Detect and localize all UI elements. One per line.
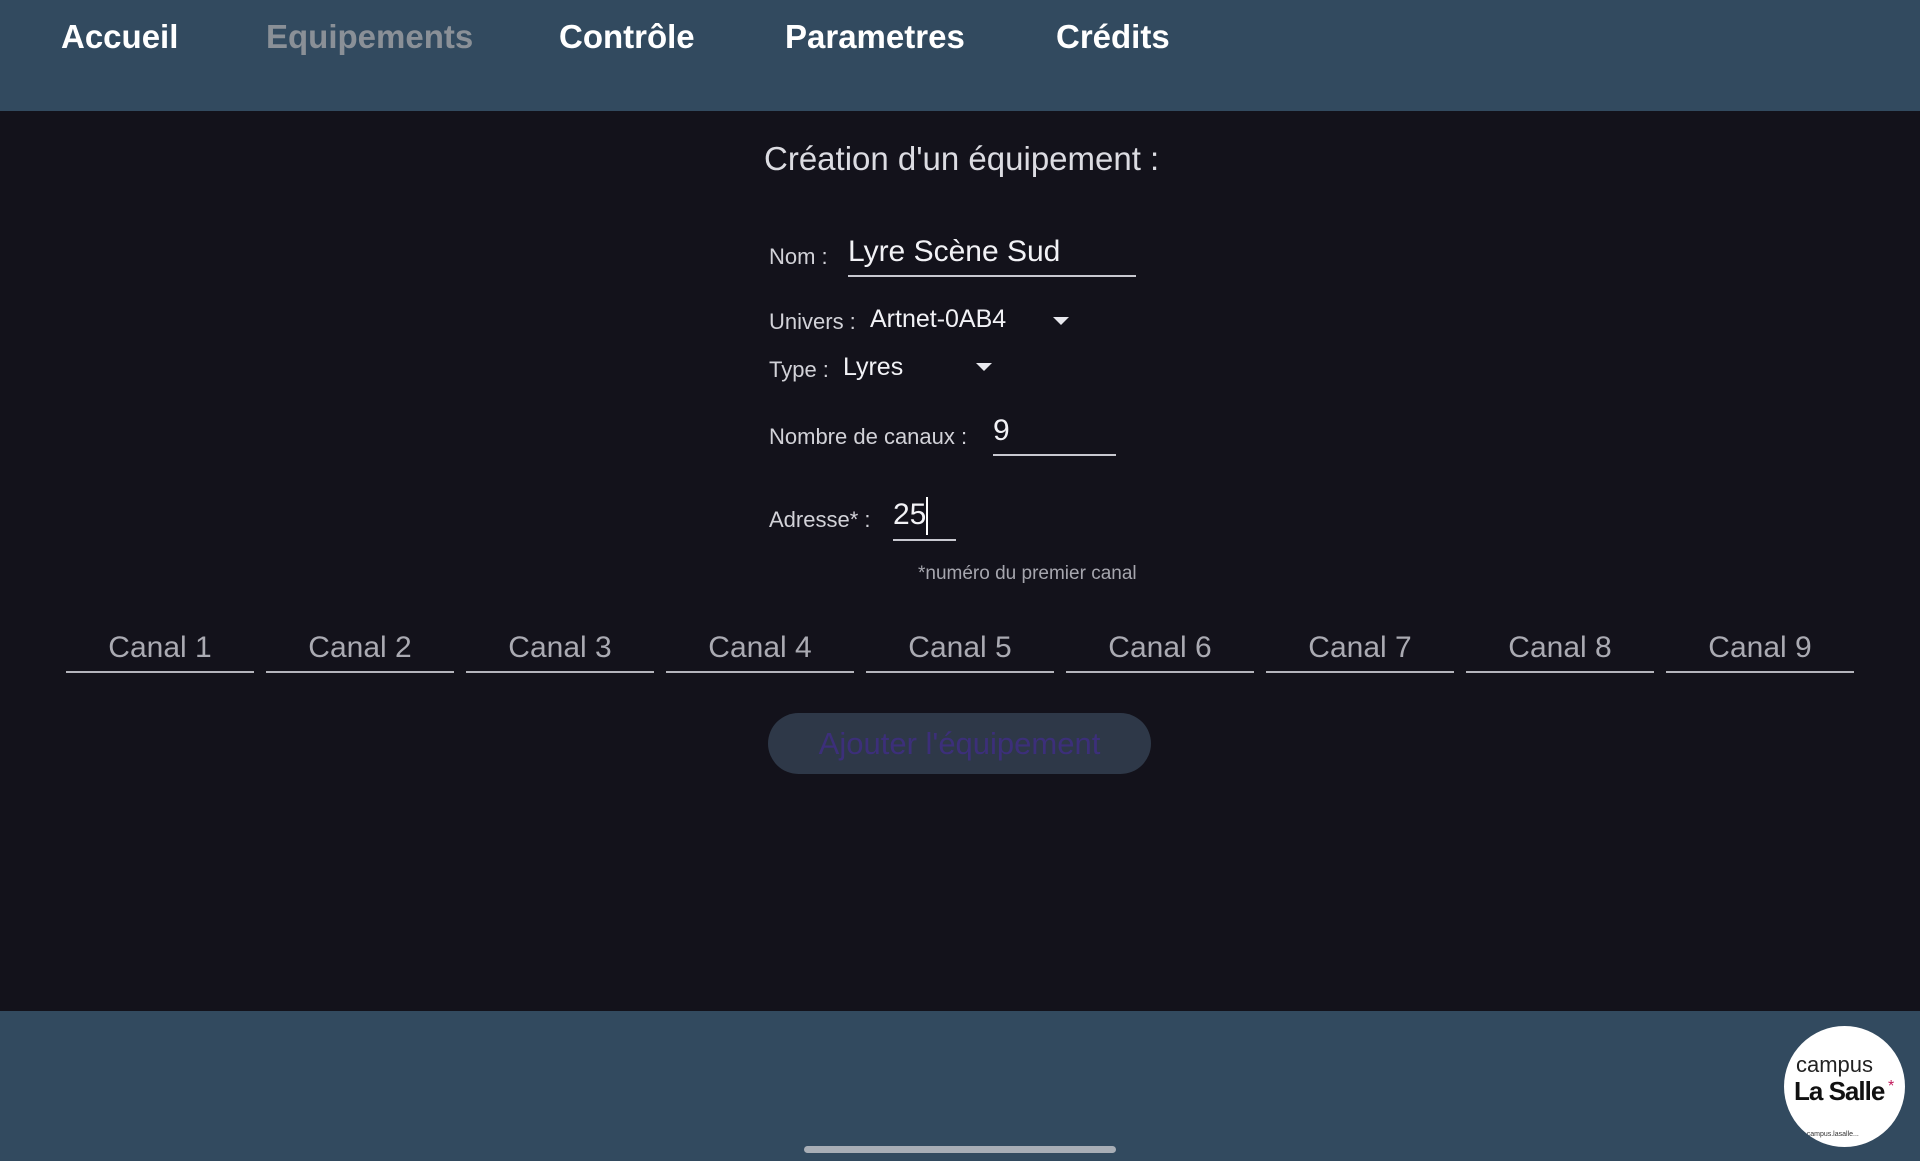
nav-item-accueil[interactable]: Accueil	[61, 18, 178, 56]
campus-la-salle-logo: campus La Salle * www.campus.lasalle...	[1784, 1026, 1905, 1147]
type-chevron-down-icon[interactable]	[976, 363, 992, 371]
name-field[interactable]: Lyre Scène Sud	[848, 235, 1060, 269]
canal-field-9[interactable]: Canal 9	[1666, 625, 1854, 673]
page-title: Création d'un équipement :	[764, 140, 1160, 177]
address-hint: *numéro du premier canal	[918, 563, 1137, 584]
channel-count-field[interactable]: 9	[993, 414, 1010, 448]
nav-item-credits[interactable]: Crédits	[1056, 18, 1170, 56]
address-label: Adresse* :	[769, 507, 871, 532]
text-cursor	[926, 497, 928, 535]
top-navigation-bar: Accueil Equipements Contrôle Parametres …	[0, 0, 1920, 111]
logo-text-la-salle: La Salle	[1794, 1076, 1885, 1106]
address-field[interactable]: 25	[893, 498, 926, 532]
name-label: Nom :	[769, 244, 828, 269]
canal-field-7[interactable]: Canal 7	[1266, 625, 1454, 673]
type-select[interactable]: Lyres	[843, 353, 903, 382]
canal-field-3[interactable]: Canal 3	[466, 625, 654, 673]
type-label: Type :	[769, 357, 829, 382]
canal-field-6[interactable]: Canal 6	[1066, 625, 1254, 673]
canal-field-1[interactable]: Canal 1	[66, 625, 254, 673]
canal-field-5[interactable]: Canal 5	[866, 625, 1054, 673]
logo-text-campus: campus	[1796, 1052, 1874, 1077]
nav-item-controle[interactable]: Contrôle	[559, 18, 695, 56]
universe-select[interactable]: Artnet-0AB4	[870, 305, 1006, 334]
home-indicator[interactable]	[804, 1146, 1116, 1153]
bottom-bar	[0, 1011, 1920, 1161]
universe-label: Univers :	[769, 309, 856, 334]
logo-url: www.campus.lasalle...	[1790, 1131, 1859, 1138]
add-equipment-button[interactable]: Ajouter l'équipement	[768, 713, 1151, 774]
channel-count-label: Nombre de canaux :	[769, 424, 968, 449]
canal-field-8[interactable]: Canal 8	[1466, 625, 1654, 673]
universe-chevron-down-icon[interactable]	[1053, 317, 1069, 325]
channel-count-underline	[993, 454, 1116, 456]
nav-item-equipements[interactable]: Equipements	[266, 18, 473, 56]
canal-field-2[interactable]: Canal 2	[266, 625, 454, 673]
nav-item-parametres[interactable]: Parametres	[785, 18, 965, 56]
canal-field-4[interactable]: Canal 4	[666, 625, 854, 673]
name-field-underline	[848, 275, 1136, 277]
logo-star-icon: *	[1888, 1078, 1895, 1095]
address-underline	[893, 539, 956, 541]
